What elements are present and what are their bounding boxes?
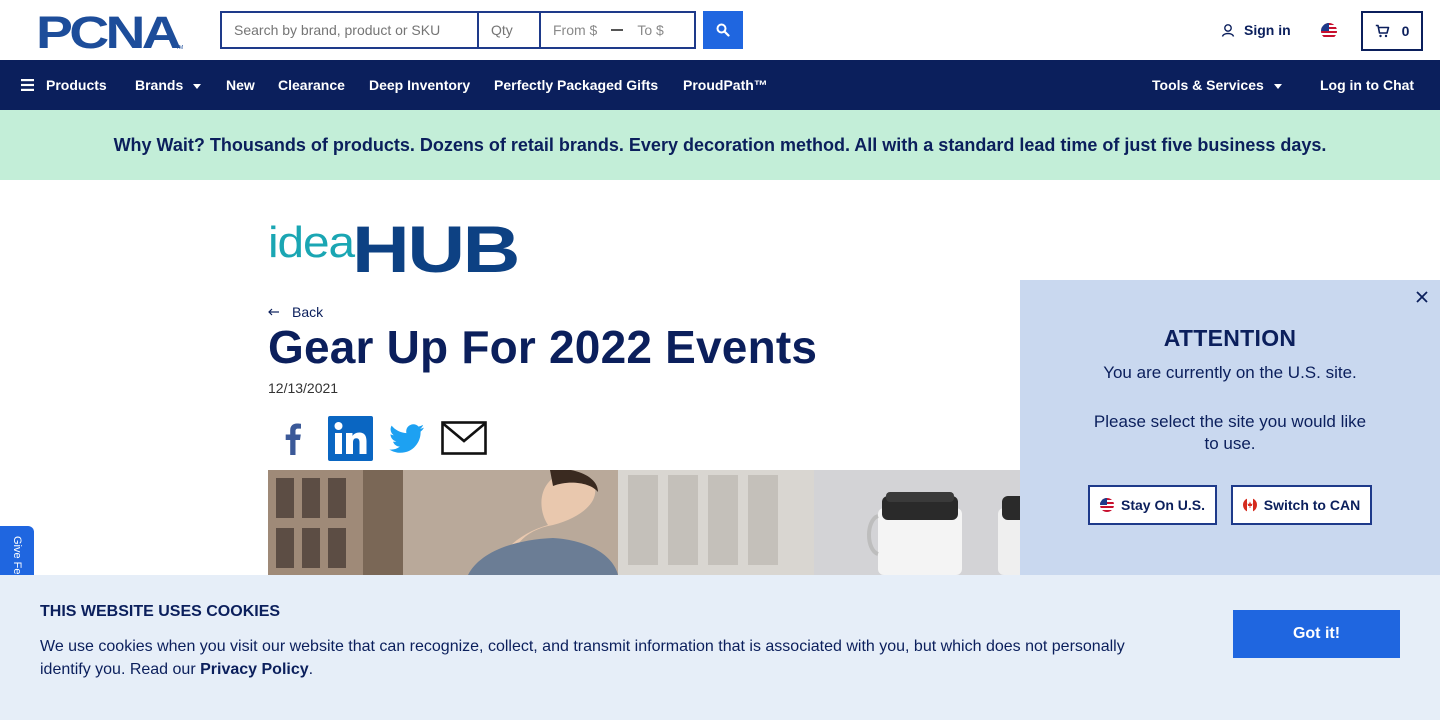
us-flag-icon[interactable] — [1321, 23, 1337, 39]
sign-in-label: Sign in — [1244, 22, 1291, 38]
cookie-text-suffix: . — [308, 661, 314, 678]
nav-deep-inventory-label: Deep Inventory — [369, 77, 471, 93]
nav-deep-inventory[interactable]: Deep Inventory — [369, 60, 470, 110]
nav-gifts-label: Perfectly Packaged Gifts — [494, 77, 659, 93]
email-share-button[interactable] — [441, 421, 487, 460]
nav-products-label: Products — [46, 77, 107, 93]
give-feedback-tab[interactable]: Give Feedback — [0, 526, 34, 580]
search-icon — [716, 23, 730, 37]
qty-input[interactable] — [479, 13, 541, 47]
close-icon — [1416, 291, 1428, 303]
nav-proudpath-label: ProudPath™ — [683, 77, 768, 93]
user-icon — [1221, 24, 1235, 37]
cart-button[interactable]: 0 — [1361, 11, 1423, 51]
popup-instruction-text: Please select the site you would like to… — [1093, 412, 1367, 453]
cookie-banner: THIS WEBSITE USES COOKIES We use cookies… — [0, 575, 1440, 720]
nav-proudpath[interactable]: ProudPath™ — [683, 60, 768, 110]
close-button[interactable] — [1414, 289, 1430, 305]
nav-brands[interactable]: Brands — [135, 60, 202, 110]
svg-text:TM: TM — [176, 45, 183, 50]
back-link[interactable]: Back — [268, 304, 323, 320]
article-hero-image — [268, 470, 1020, 575]
price-range: From $ To $ — [541, 13, 696, 47]
nav-clearance[interactable]: Clearance — [278, 60, 345, 110]
cookie-description: We use cookies when you visit our websit… — [40, 635, 1150, 681]
switch-to-can-button[interactable]: Switch to CAN — [1231, 485, 1372, 525]
stay-on-us-button[interactable]: Stay On U.S. — [1088, 485, 1217, 525]
sign-in-button[interactable]: Sign in — [1221, 22, 1291, 38]
pcna-logo-icon: PCNA TM — [36, 12, 184, 50]
ideahub-hub-text: HUB — [352, 212, 518, 276]
ideahub-idea-text: idea — [268, 218, 356, 267]
nav-tools-services[interactable]: Tools & Services — [1152, 60, 1282, 110]
mail-icon — [441, 421, 487, 455]
nav-tools-label: Tools & Services — [1152, 77, 1264, 93]
popup-current-site-text: You are currently on the U.S. site. — [1103, 363, 1357, 382]
ideahub-logo: idea HUB — [268, 212, 520, 286]
twitter-icon — [389, 424, 424, 453]
cart-count: 0 — [1401, 23, 1410, 39]
logo-text: PCNA — [36, 12, 181, 50]
top-header: PCNA TM From $ To $ Sign in — [0, 0, 1440, 60]
nav-log-in-to-chat[interactable]: Log in to Chat — [1320, 60, 1414, 110]
nav-new[interactable]: New — [226, 60, 255, 110]
us-flag-icon — [1099, 498, 1114, 512]
privacy-policy-link[interactable]: Privacy Policy — [200, 661, 309, 678]
switch-to-can-label: Switch to CAN — [1263, 497, 1361, 513]
nav-perfectly-packaged-gifts[interactable]: Perfectly Packaged Gifts — [494, 60, 658, 110]
cookie-accept-button[interactable]: Got it! — [1233, 610, 1400, 658]
search-button[interactable] — [703, 11, 743, 49]
range-dash — [611, 29, 624, 31]
facebook-icon — [285, 423, 301, 455]
linkedin-icon — [328, 416, 373, 461]
hamburger-icon — [21, 79, 34, 91]
promo-banner-text: Why Wait? Thousands of products. Dozens … — [113, 134, 1327, 155]
facebook-share-button[interactable] — [278, 420, 308, 461]
give-feedback-label: Give Feedback — [11, 536, 23, 580]
cookie-title: THIS WEBSITE USES COOKIES — [40, 603, 281, 620]
nav-clearance-label: Clearance — [278, 77, 345, 93]
stay-on-us-label: Stay On U.S. — [1120, 497, 1206, 513]
twitter-share-button[interactable] — [389, 424, 425, 459]
nav-brands-label: Brands — [135, 77, 184, 93]
cookie-accept-label: Got it! — [1292, 625, 1341, 642]
popup-title: ATTENTION — [1163, 325, 1297, 351]
cart-icon — [1375, 24, 1389, 38]
nav-chat-label: Log in to Chat — [1320, 77, 1415, 93]
back-label: Back — [292, 304, 324, 320]
linkedin-share-button[interactable] — [328, 416, 373, 466]
chevron-down-icon — [1273, 83, 1282, 89]
promo-banner: Why Wait? Thousands of products. Dozens … — [0, 110, 1440, 180]
pcna-logo[interactable]: PCNA TM — [36, 12, 184, 50]
nav-products[interactable]: Products — [21, 60, 107, 110]
canada-flag-icon — [1242, 498, 1257, 512]
search-bar: From $ To $ — [220, 11, 696, 49]
site-select-popup: ATTENTION You are currently on the U.S. … — [1020, 280, 1440, 576]
article-date: 12/13/2021 — [268, 380, 339, 396]
price-from-field[interactable]: From $ — [553, 22, 597, 38]
main-nav: Products Brands New Clearance Deep Inven… — [0, 60, 1440, 110]
price-to-field[interactable]: To $ — [637, 22, 663, 38]
chevron-down-icon — [193, 83, 202, 89]
search-input[interactable] — [222, 13, 479, 47]
article-title: Gear Up For 2022 Events — [268, 321, 818, 373]
nav-new-label: New — [226, 77, 255, 93]
arrow-left-icon — [268, 308, 279, 316]
